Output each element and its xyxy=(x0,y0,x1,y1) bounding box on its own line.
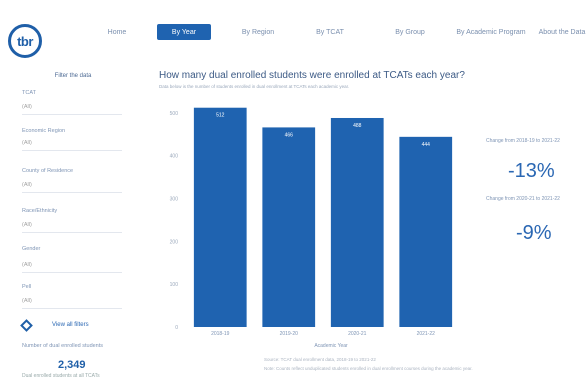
y-tick-label: 100 xyxy=(170,282,179,288)
x-axis-label: Academic Year xyxy=(314,343,348,349)
kpi-value-overall-change: -13% xyxy=(508,160,555,182)
x-tick-label: 2019-20 xyxy=(280,331,299,337)
bar-value-label: 512 xyxy=(216,113,225,119)
y-tick-label: 0 xyxy=(175,325,178,331)
bar-value-label: 466 xyxy=(285,132,294,138)
kpi-label-recent-change: Change from 2020-21 to 2021-22 xyxy=(486,196,560,202)
bar[interactable] xyxy=(193,107,247,327)
bar-chart: 0 100 200 300 400 500 512 466 488 444 2018-19 201… xyxy=(170,107,453,349)
kpi-value-recent-change: -9% xyxy=(516,222,552,244)
x-tick-label: 2018-19 xyxy=(211,331,230,337)
kpi-label-overall-change: Change from 2018-19 to 2021-22 xyxy=(486,138,560,144)
x-tick-label: 2021-22 xyxy=(417,331,436,337)
bar[interactable] xyxy=(399,136,453,327)
bar-value-label: 488 xyxy=(353,123,362,129)
bar-value-label: 444 xyxy=(422,142,431,148)
bar[interactable] xyxy=(330,117,384,327)
y-tick-label: 400 xyxy=(170,154,179,160)
y-tick-label: 300 xyxy=(170,197,179,203)
y-tick-label: 500 xyxy=(170,111,179,117)
y-tick-label: 200 xyxy=(170,239,179,245)
chart-footnote-source: Source: TCAT dual enrollment data, 2018-… xyxy=(264,357,376,362)
bar[interactable] xyxy=(262,127,316,328)
chart-footnote-note: Note: Counts reflect unduplicated studen… xyxy=(264,366,473,371)
x-tick-label: 2020-21 xyxy=(348,331,367,337)
